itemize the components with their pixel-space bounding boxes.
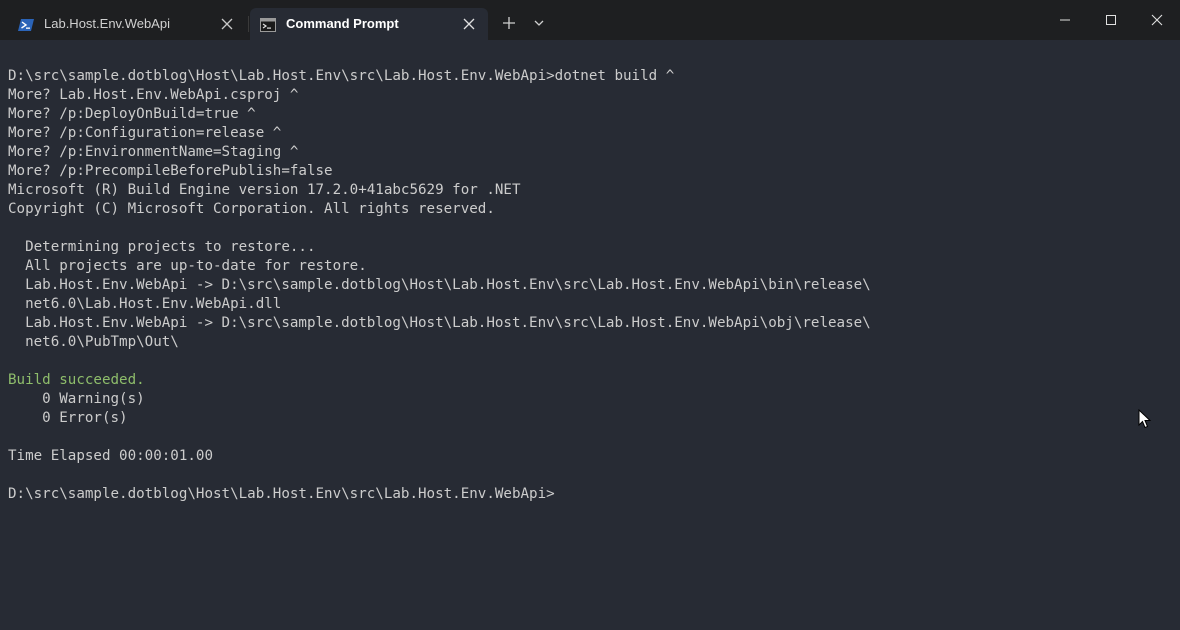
tab-title: Lab.Host.Env.WebApi [44, 16, 170, 31]
terminal-line: D:\src\sample.dotblog\Host\Lab.Host.Env\… [8, 68, 675, 84]
title-bar: Lab.Host.Env.WebApi Command Prompt [0, 0, 1180, 40]
close-window-button[interactable] [1134, 0, 1180, 40]
chevron-down-icon [534, 20, 544, 26]
terminal-line: More? /p:PrecompileBeforePublish=false [8, 163, 333, 179]
maximize-button[interactable] [1088, 0, 1134, 40]
plus-icon [503, 17, 515, 29]
terminal-line: 0 Warning(s) [8, 391, 145, 407]
new-tab-button[interactable] [498, 12, 520, 34]
terminal-line: More? /p:Configuration=release ^ [8, 125, 282, 141]
terminal-line: Lab.Host.Env.WebApi -> D:\src\sample.dot… [8, 315, 871, 331]
close-icon [1151, 14, 1163, 26]
terminal-output[interactable]: D:\src\sample.dotblog\Host\Lab.Host.Env\… [8, 48, 1168, 618]
terminal-line: Time Elapsed 00:00:01.00 [8, 448, 213, 464]
tab-title: Command Prompt [286, 16, 399, 31]
tab-dropdown-button[interactable] [530, 14, 548, 32]
maximize-icon [1106, 15, 1116, 25]
close-icon[interactable] [220, 16, 234, 30]
terminal-window: Lab.Host.Env.WebApi Command Prompt D:\sr… [0, 0, 1180, 630]
terminal-line: More? /p:EnvironmentName=Staging ^ [8, 144, 299, 160]
terminal-line: More? Lab.Host.Env.WebApi.csproj ^ [8, 87, 299, 103]
terminal-line: 0 Error(s) [8, 410, 128, 426]
minimize-button[interactable] [1042, 0, 1088, 40]
terminal-line: All projects are up-to-date for restore. [8, 258, 367, 274]
terminal-line: Lab.Host.Env.WebApi -> D:\src\sample.dot… [8, 277, 871, 293]
command-prompt-line: D:\src\sample.dotblog\Host\Lab.Host.Env\… [8, 486, 555, 502]
terminal-line: Microsoft (R) Build Engine version 17.2.… [8, 182, 521, 198]
tab-command-prompt[interactable]: Command Prompt [250, 8, 488, 40]
build-succeeded-line: Build succeeded. [8, 372, 145, 388]
powershell-icon [18, 17, 34, 31]
mouse-pointer-icon [1138, 408, 1152, 429]
tab-divider [248, 16, 249, 32]
terminal-line: net6.0\PubTmp\Out\ [8, 334, 179, 350]
tab-powershell[interactable]: Lab.Host.Env.WebApi [8, 8, 246, 40]
terminal-line: net6.0\Lab.Host.Env.WebApi.dll [8, 296, 282, 312]
close-icon[interactable] [462, 16, 476, 30]
command-prompt-icon [260, 17, 276, 32]
minimize-icon [1060, 19, 1070, 21]
terminal-line: Copyright (C) Microsoft Corporation. All… [8, 201, 495, 217]
terminal-line: Determining projects to restore... [8, 239, 316, 255]
terminal-line: More? /p:DeployOnBuild=true ^ [8, 106, 256, 122]
